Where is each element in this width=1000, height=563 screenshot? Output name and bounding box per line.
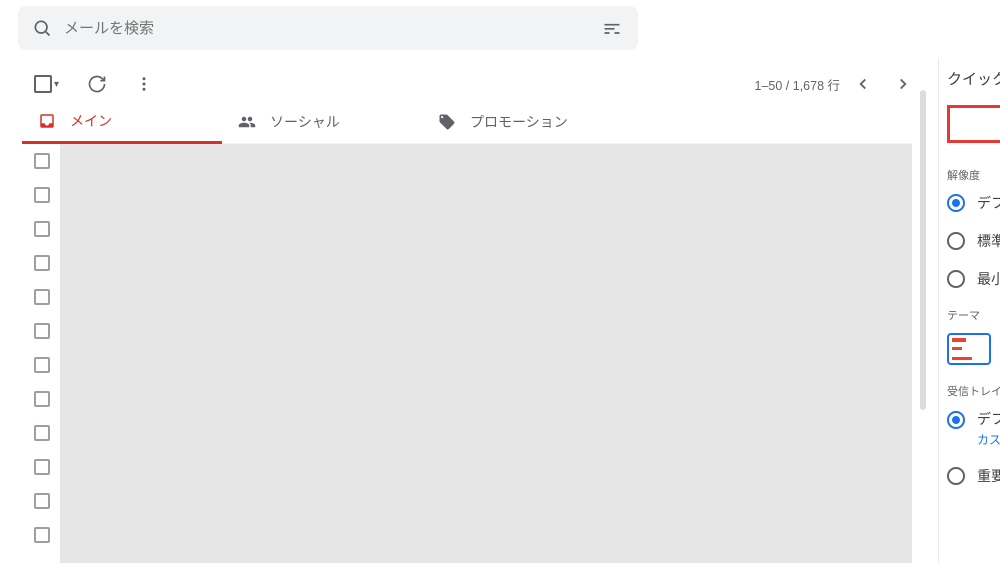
density-option-standard[interactable]: 標準 bbox=[947, 231, 1000, 251]
category-tabs: メイン ソーシャル プロモーション bbox=[22, 100, 912, 144]
table-row[interactable] bbox=[22, 212, 912, 246]
row-checkbox[interactable] bbox=[34, 391, 50, 407]
table-row[interactable] bbox=[22, 348, 912, 382]
scrollbar[interactable] bbox=[920, 90, 926, 410]
quick-settings-panel: クイック 解像度 デフ 標準 最小 テーマ 受信トレイ デフ カス 重要 bbox=[938, 58, 1000, 563]
row-checkbox[interactable] bbox=[34, 221, 50, 237]
option-label: デフ カス bbox=[977, 409, 1000, 448]
chevron-down-icon: ▾ bbox=[54, 79, 59, 90]
tab-promotions[interactable]: プロモーション bbox=[422, 100, 622, 144]
row-checkbox[interactable] bbox=[34, 493, 50, 509]
option-label: 標準 bbox=[977, 231, 1000, 251]
inbox-option-important[interactable]: 重要 bbox=[947, 466, 1000, 486]
row-checkbox[interactable] bbox=[34, 153, 50, 169]
select-all-checkbox[interactable]: ▾ bbox=[28, 69, 65, 99]
people-icon bbox=[238, 113, 256, 131]
inbox-option-default[interactable]: デフ カス bbox=[947, 409, 1000, 448]
option-label: 重要 bbox=[977, 466, 1000, 486]
row-checkbox[interactable] bbox=[34, 527, 50, 543]
row-checkbox[interactable] bbox=[34, 357, 50, 373]
table-row[interactable] bbox=[22, 280, 912, 314]
tag-icon bbox=[438, 113, 456, 131]
radio-icon bbox=[947, 194, 965, 212]
option-sublabel[interactable]: カス bbox=[977, 431, 1000, 448]
density-option-compact[interactable]: 最小 bbox=[947, 269, 1000, 289]
search-field-wrap[interactable] bbox=[18, 6, 638, 50]
pagination: 1–50 / 1,678 行 bbox=[755, 69, 920, 99]
pagination-text: 1–50 / 1,678 行 bbox=[755, 75, 840, 94]
row-checkbox[interactable] bbox=[34, 425, 50, 441]
tab-social[interactable]: ソーシャル bbox=[222, 100, 422, 144]
more-button[interactable] bbox=[129, 69, 159, 99]
theme-thumbnail[interactable] bbox=[947, 333, 991, 365]
table-row[interactable] bbox=[22, 246, 912, 280]
radio-icon bbox=[947, 232, 965, 250]
option-label: デフ bbox=[977, 193, 1000, 213]
tab-label: メイン bbox=[70, 111, 112, 131]
search-bar bbox=[18, 6, 638, 50]
table-row[interactable] bbox=[22, 382, 912, 416]
tab-primary[interactable]: メイン bbox=[22, 100, 222, 144]
row-checkbox[interactable] bbox=[34, 459, 50, 475]
table-row[interactable] bbox=[22, 484, 912, 518]
panel-title: クイック bbox=[947, 68, 1000, 89]
radio-icon bbox=[947, 270, 965, 288]
table-row[interactable] bbox=[22, 144, 912, 178]
refresh-button[interactable] bbox=[81, 68, 113, 100]
table-row[interactable] bbox=[22, 314, 912, 348]
row-checkbox[interactable] bbox=[34, 289, 50, 305]
option-label: 最小 bbox=[977, 269, 1000, 289]
radio-icon bbox=[947, 411, 965, 429]
row-checkbox[interactable] bbox=[34, 255, 50, 271]
next-page-button[interactable] bbox=[886, 69, 920, 99]
search-input[interactable] bbox=[64, 20, 594, 37]
mail-list bbox=[22, 144, 912, 563]
row-checkbox[interactable] bbox=[34, 323, 50, 339]
section-label-theme: テーマ bbox=[947, 307, 1000, 323]
radio-icon bbox=[947, 467, 965, 485]
table-row[interactable] bbox=[22, 178, 912, 212]
tab-label: プロモーション bbox=[470, 112, 568, 132]
table-row[interactable] bbox=[22, 518, 912, 552]
row-checkbox[interactable] bbox=[34, 187, 50, 203]
table-row[interactable] bbox=[22, 450, 912, 484]
section-label-inbox: 受信トレイ bbox=[947, 383, 1000, 399]
density-option-default[interactable]: デフ bbox=[947, 193, 1000, 213]
table-row[interactable] bbox=[22, 416, 912, 450]
highlight-box bbox=[947, 105, 1000, 143]
search-options-icon[interactable] bbox=[594, 10, 630, 46]
prev-page-button[interactable] bbox=[846, 69, 880, 99]
inbox-icon bbox=[38, 112, 56, 130]
search-icon bbox=[32, 18, 52, 38]
section-label-resolution: 解像度 bbox=[947, 167, 1000, 183]
tab-label: ソーシャル bbox=[270, 112, 340, 132]
